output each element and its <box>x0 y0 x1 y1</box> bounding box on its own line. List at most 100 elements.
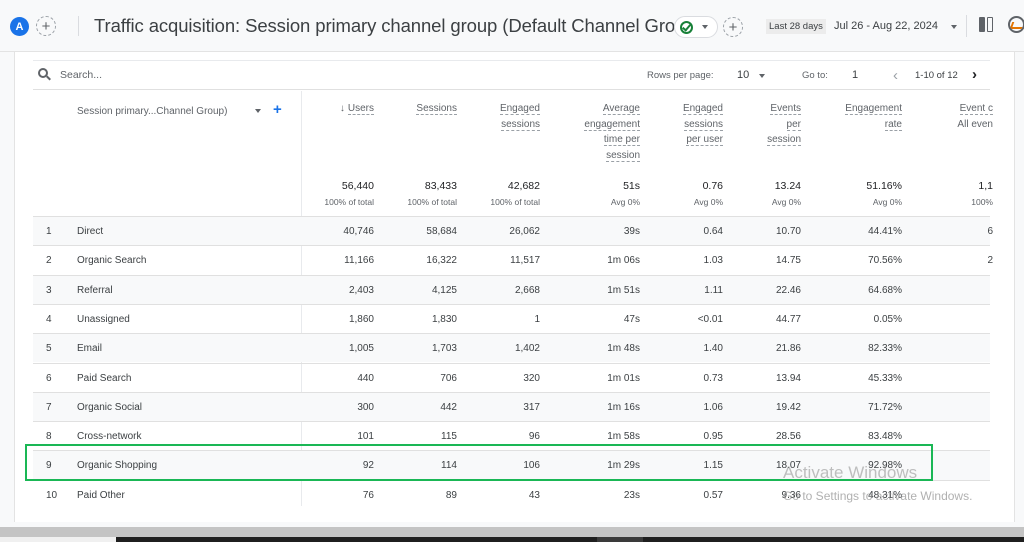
prev-page-button[interactable]: ‹ <box>893 67 898 84</box>
cell-eng-per-user: <0.01 <box>697 313 723 325</box>
column-total: 51.16% <box>866 180 902 192</box>
cell-sessions: 89 <box>445 489 457 501</box>
column-header-eng-per-user[interactable]: Engaged sessions per user <box>682 101 723 148</box>
column-total-subtext: Avg 0% <box>872 197 902 207</box>
column-header-events-per-session[interactable]: Events per session <box>767 101 801 148</box>
column-header-engagement-rate[interactable]: Engagement rate <box>845 101 902 132</box>
column-header-label: Engaged <box>682 103 723 115</box>
cell-sessions: 1,830 <box>431 313 457 325</box>
cell-events-per-session: 14.75 <box>775 255 801 267</box>
table-row[interactable]: 8 Cross-network 101 115 96 1m 58s 0.95 28.56 83.… <box>33 421 990 450</box>
channel-name[interactable]: Cross-network <box>77 431 141 442</box>
column-header-label: per user <box>686 134 723 147</box>
rows-per-page-select[interactable]: 10 <box>737 69 749 81</box>
date-range-picker[interactable]: Jul 26 - Aug 22, 2024 <box>834 20 938 32</box>
table-row[interactable]: 1 Direct 40,746 58,684 26,062 39s 0.64 10.70 44.… <box>33 216 993 246</box>
row-index: 8 <box>46 431 52 443</box>
channel-name[interactable]: Paid Other <box>77 490 125 501</box>
column-total-subtext: 100% <box>971 197 993 207</box>
page-info: 1-10 of 12 <box>915 70 958 81</box>
table-row[interactable]: 5 Email 1,005 1,703 1,402 1m 48s 1.40 21.86 82.3… <box>33 333 990 363</box>
cell-users: 76 <box>362 489 374 501</box>
cell-engagement-rate: 44.41% <box>868 226 902 237</box>
cell-eng-per-user: 0.64 <box>703 226 723 237</box>
column-header-sessions[interactable]: Sessions <box>416 101 457 117</box>
channel-name[interactable]: Email <box>77 343 102 354</box>
table-row[interactable]: 7 Organic Social 300 442 317 1m 16s 1.06 19.42 7… <box>33 391 990 422</box>
column-header-avg-eng-time[interactable]: Average engagement time per session <box>584 101 640 164</box>
column-header-label: Sessions <box>416 103 457 115</box>
cell-avg-eng-time: 1m 06s <box>607 255 640 267</box>
cell-engagement-rate: 64.68% <box>868 284 902 296</box>
column-header-label: sessions <box>501 118 540 131</box>
table-row[interactable]: 3 Referral 2,403 4,125 2,668 1m 51s 1.11 22.46 6… <box>33 274 990 304</box>
cell-engagement-rate: 71.72% <box>868 401 902 413</box>
column-total: 83,433 <box>424 180 457 192</box>
row-index: 9 <box>46 460 52 472</box>
add-comparison-button[interactable]: + <box>36 16 56 36</box>
next-page-button[interactable]: › <box>972 66 977 83</box>
table-row[interactable]: 6 Paid Search 440 706 320 1m 01s 0.73 13.94 45.3… <box>33 362 990 392</box>
dimension-header[interactable]: Session primary...Channel Group) <box>77 104 227 229</box>
cell-sessions: 58,684 <box>426 226 457 237</box>
row-index: 3 <box>46 284 52 296</box>
insights-icon[interactable] <box>1008 16 1024 33</box>
channel-name[interactable]: Unassigned <box>77 314 130 325</box>
column-header-label: time per <box>603 134 640 147</box>
cell-sessions: 1,703 <box>431 343 457 355</box>
report-status-dropdown[interactable] <box>674 16 718 38</box>
horizontal-scrollbar[interactable] <box>0 527 1024 537</box>
cell-sessions: 4,125 <box>431 284 457 296</box>
column-header-engaged-sessions[interactable]: Engaged sessions <box>499 101 540 132</box>
add-dimension-button[interactable]: + <box>273 101 282 118</box>
goto-label: Go to: <box>802 70 828 81</box>
cell-engaged-sessions: 96 <box>528 431 540 443</box>
chevron-down-icon[interactable] <box>759 74 765 78</box>
column-header-label: Engaged <box>499 103 540 115</box>
cell-users: 101 <box>357 431 374 443</box>
cell-event-count: 2 <box>987 255 993 267</box>
channel-name[interactable]: Organic Search <box>77 255 146 266</box>
search-input[interactable] <box>60 67 360 83</box>
chevron-down-icon <box>702 25 708 29</box>
cell-engagement-rate: 83.48% <box>868 431 902 443</box>
row-index: 5 <box>46 343 52 355</box>
cell-users: 11,166 <box>344 255 374 267</box>
column-header-event-count[interactable]: Event c All even <box>957 101 993 132</box>
column-total-subtext: Avg 0% <box>693 197 723 207</box>
channel-name[interactable]: Organic Social <box>77 402 142 413</box>
cell-sessions: 706 <box>440 372 457 384</box>
watermark-title: Activate Windows <box>783 463 918 482</box>
table-row[interactable]: 4 Unassigned 1,860 1,830 1 47s <0.01 44.77 0.05% <box>33 303 990 333</box>
add-filter-button[interactable]: + <box>723 17 743 37</box>
goto-page-input[interactable] <box>852 69 872 81</box>
channel-name[interactable]: Direct <box>77 226 103 237</box>
comparison-avatar[interactable]: A <box>10 17 29 36</box>
chevron-down-icon[interactable] <box>951 25 957 29</box>
column-total-subtext: Avg 0% <box>771 197 801 207</box>
cell-events-per-session: 19.42 <box>775 401 801 413</box>
chevron-down-icon[interactable] <box>255 109 261 113</box>
sort-descending-icon[interactable]: ↓ <box>340 103 345 114</box>
column-header-label: session <box>606 150 640 163</box>
cell-sessions: 115 <box>441 431 457 443</box>
column-total: 56,440 <box>341 180 374 192</box>
cell-engaged-sessions: 106 <box>523 460 540 472</box>
channel-name[interactable]: Paid Search <box>77 373 131 384</box>
cell-users: 440 <box>357 372 374 384</box>
column-header-users[interactable]: ↓ Users <box>340 101 374 117</box>
channel-name[interactable]: Referral <box>77 285 113 296</box>
cell-avg-eng-time: 1m 29s <box>607 460 640 472</box>
table-row[interactable]: 2 Organic Search 11,166 16,322 11,517 1m 06s 1… <box>33 245 993 274</box>
cell-users: 300 <box>357 401 374 413</box>
date-preset-label[interactable]: Last 28 days <box>766 19 826 34</box>
rows-per-page-label: Rows per page: <box>647 70 714 81</box>
cell-sessions: 114 <box>441 460 457 472</box>
channel-name[interactable]: Organic Shopping <box>77 460 157 471</box>
compare-icon[interactable] <box>979 17 993 32</box>
column-header-label: Average <box>602 103 640 115</box>
cell-events-per-session: 13.94 <box>775 372 801 384</box>
cell-avg-eng-time: 1m 51s <box>607 284 640 296</box>
cell-event-count: 6 <box>987 226 993 237</box>
cell-avg-eng-time: 1m 58s <box>607 431 640 443</box>
